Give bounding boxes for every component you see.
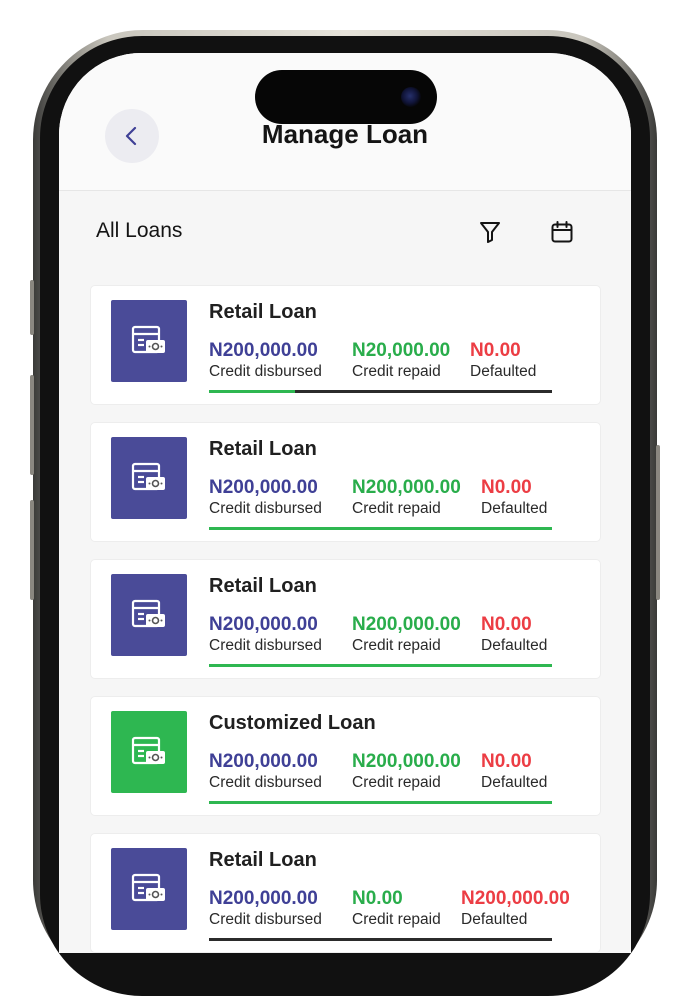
loan-type-icon-box xyxy=(111,574,187,656)
repayment-progress-fill xyxy=(209,527,552,530)
credit-repaid-amount: N0.00 xyxy=(352,888,403,909)
front-camera xyxy=(401,87,421,107)
loan-title: Retail Loan xyxy=(209,575,317,597)
credit-disbursed-label: Credit disbursed xyxy=(209,774,322,791)
defaulted-amount: N0.00 xyxy=(481,477,532,498)
credit-disbursed-label: Credit disbursed xyxy=(209,911,322,928)
repayment-progress-fill xyxy=(209,801,552,804)
loan-card[interactable]: Retail Loan N200,000.00 Credit disbursed… xyxy=(90,285,601,405)
loan-store-icon xyxy=(131,873,165,902)
defaulted-label: Defaulted xyxy=(481,637,548,654)
filter-button[interactable] xyxy=(475,217,505,247)
credit-repaid-label: Credit repaid xyxy=(352,637,441,654)
loan-type-icon-box xyxy=(111,848,187,930)
defaulted-amount: N0.00 xyxy=(470,340,521,361)
filter-icon xyxy=(480,222,500,243)
loan-card[interactable]: Retail Loan N200,000.00 Credit disbursed… xyxy=(90,833,601,953)
all-loans-title: All Loans xyxy=(96,219,183,242)
credit-disbursed-label: Credit disbursed xyxy=(209,500,322,517)
loan-title: Retail Loan xyxy=(209,301,317,323)
credit-repaid-label: Credit repaid xyxy=(352,774,441,791)
phone-volume-down-button xyxy=(30,500,34,600)
calendar-icon xyxy=(551,221,573,243)
phone-screen: Manage Loan All Loans Retail Loan N200,0… xyxy=(59,53,631,953)
phone-volume-up-button xyxy=(30,375,34,475)
loan-card[interactable]: Retail Loan N200,000.00 Credit disbursed… xyxy=(90,422,601,542)
credit-disbursed-label: Credit disbursed xyxy=(209,637,322,654)
repayment-progress-bar xyxy=(209,664,552,667)
defaulted-label: Defaulted xyxy=(481,774,548,791)
loan-store-icon xyxy=(131,736,165,765)
loan-type-icon-box xyxy=(111,711,187,793)
phone-power-button xyxy=(656,445,660,600)
credit-repaid-label: Credit repaid xyxy=(352,500,441,517)
defaulted-label: Defaulted xyxy=(461,911,528,928)
loan-title: Retail Loan xyxy=(209,438,317,460)
credit-disbursed-label: Credit disbursed xyxy=(209,363,322,380)
credit-disbursed-amount: N200,000.00 xyxy=(209,751,318,772)
repayment-progress-bar xyxy=(209,801,552,804)
repayment-progress-bar xyxy=(209,938,552,941)
credit-repaid-amount: N20,000.00 xyxy=(352,340,451,361)
loan-card[interactable]: Customized Loan N200,000.00 Credit disbu… xyxy=(90,696,601,816)
defaulted-label: Defaulted xyxy=(470,363,537,380)
loan-type-icon-box xyxy=(111,300,187,382)
credit-disbursed-amount: N200,000.00 xyxy=(209,614,318,635)
repayment-progress-bar xyxy=(209,527,552,530)
credit-disbursed-amount: N200,000.00 xyxy=(209,477,318,498)
phone-action-button xyxy=(30,280,34,335)
defaulted-amount: N200,000.00 xyxy=(461,888,570,909)
credit-disbursed-amount: N200,000.00 xyxy=(209,340,318,361)
loan-store-icon xyxy=(131,462,165,491)
credit-repaid-label: Credit repaid xyxy=(352,363,441,380)
credit-repaid-label: Credit repaid xyxy=(352,911,441,928)
loan-card[interactable]: Retail Loan N200,000.00 Credit disbursed… xyxy=(90,559,601,679)
credit-repaid-amount: N200,000.00 xyxy=(352,477,461,498)
loan-store-icon xyxy=(131,599,165,628)
defaulted-amount: N0.00 xyxy=(481,614,532,635)
loan-type-icon-box xyxy=(111,437,187,519)
loan-store-icon xyxy=(131,325,165,354)
credit-disbursed-amount: N200,000.00 xyxy=(209,888,318,909)
repayment-progress-fill xyxy=(209,664,552,667)
repayment-progress-fill xyxy=(209,390,295,393)
dynamic-island xyxy=(255,70,437,124)
credit-repaid-amount: N200,000.00 xyxy=(352,614,461,635)
loan-title: Customized Loan xyxy=(209,712,376,734)
calendar-button[interactable] xyxy=(547,217,577,247)
defaulted-amount: N0.00 xyxy=(481,751,532,772)
loan-title: Retail Loan xyxy=(209,849,317,871)
repayment-progress-bar xyxy=(209,390,552,393)
credit-repaid-amount: N200,000.00 xyxy=(352,751,461,772)
defaulted-label: Defaulted xyxy=(481,500,548,517)
